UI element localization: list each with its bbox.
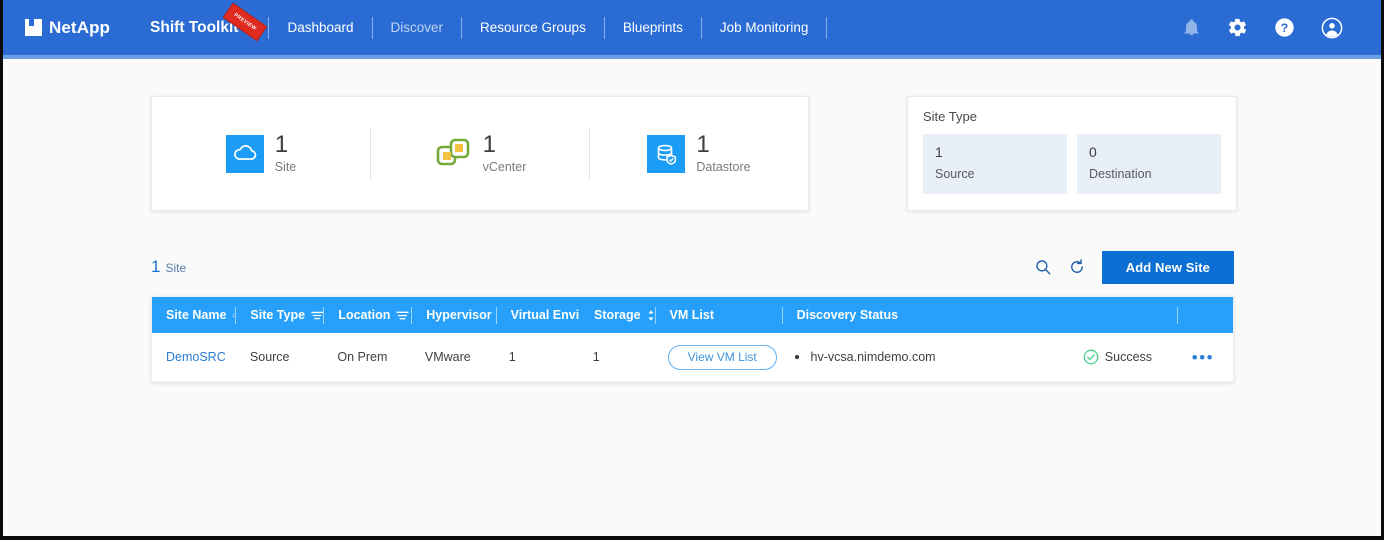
cell-virtual-environment: 1	[508, 350, 516, 364]
column-header-discovery-status[interactable]: Discovery Status	[783, 297, 1069, 333]
cell-discovery-host: hv-vcsa.nimdemo.com	[781, 350, 1069, 364]
cell-site-name: DemoSRC	[152, 350, 236, 364]
column-header-status-spacer	[1069, 297, 1177, 333]
cell-vm-list: View VM List	[654, 344, 781, 370]
site-name-link[interactable]: DemoSRC	[166, 350, 226, 364]
column-header-location[interactable]: Location	[324, 297, 411, 333]
netapp-logo-icon	[25, 19, 42, 36]
view-vm-list-button[interactable]: View VM List	[667, 344, 777, 370]
stat-site-value: 1	[274, 131, 289, 159]
check-circle-icon	[1083, 349, 1099, 365]
nav-divider	[826, 16, 828, 39]
cell-hypervisor: VMware	[424, 350, 471, 364]
sort-icon[interactable]	[647, 309, 655, 322]
stat-site: 1 Site	[152, 133, 370, 174]
column-label-site-name: Site Name	[166, 308, 227, 322]
column-header-site-type[interactable]: Site Type	[236, 297, 324, 333]
column-label-location: Location	[338, 308, 391, 322]
stat-datastore-label: Datastore	[696, 160, 751, 175]
cell-storage: 1	[592, 350, 600, 364]
user-avatar-icon[interactable]	[1321, 17, 1343, 39]
site-type-card: Site Type 1 Source 0 Destination	[907, 96, 1237, 211]
app-title-text: Shift Toolkit	[150, 18, 239, 36]
stat-vcenter: 1 vCenter	[371, 133, 589, 174]
cell-site-type: Source	[249, 350, 290, 364]
site-count-label: Site	[165, 261, 187, 275]
filter-icon[interactable]	[311, 310, 324, 321]
table-header-row: Site Name Site Type Location Hypervisor …	[152, 297, 1233, 333]
site-type-tiles: 1 Source 0 Destination	[923, 134, 1221, 194]
svg-text:?: ?	[1281, 21, 1288, 35]
cell-actions: •••	[1178, 349, 1233, 366]
site-type-destination-label: Destination	[1089, 167, 1152, 181]
stat-datastore-text: 1 Datastore	[696, 133, 750, 174]
main-content: 1 Site 1 vCenter 1 Datastore Site Type 1…	[3, 59, 1381, 383]
site-type-destination-value: 0	[1089, 144, 1097, 160]
brand-logo[interactable]: NetApp	[25, 18, 110, 38]
table-row[interactable]: DemoSRC Source On Prem VMware 1 1 View V…	[152, 333, 1233, 382]
status-text: Success	[1104, 350, 1153, 364]
datastore-icon	[647, 134, 686, 173]
stat-vcenter-label: vCenter	[482, 160, 527, 175]
table-toolbar: 1 Site Add New Site	[151, 248, 1234, 286]
site-type-source-label: Source	[935, 167, 975, 181]
bell-icon[interactable]	[1182, 17, 1201, 38]
column-label-virtual-environment: Virtual Environ	[510, 308, 580, 322]
nav-item-job-monitoring[interactable]: Job Monitoring	[702, 20, 827, 35]
site-type-source-value: 1	[935, 144, 943, 160]
column-header-hypervisor[interactable]: Hypervisor	[412, 297, 495, 333]
stat-vcenter-text: 1 vCenter	[483, 133, 527, 174]
nav-item-blueprints[interactable]: Blueprints	[605, 20, 701, 35]
resource-summary-card: 1 Site 1 vCenter 1 Datastore	[151, 96, 809, 211]
brand-name: NetApp	[49, 17, 111, 37]
column-label-storage: Storage	[594, 308, 641, 322]
help-icon[interactable]: ?	[1274, 17, 1295, 38]
stat-datastore: 1 Datastore	[590, 133, 808, 174]
site-type-tile-destination[interactable]: 0 Destination	[1077, 134, 1221, 194]
more-actions-icon[interactable]: •••	[1192, 349, 1214, 366]
sites-table: Site Name Site Type Location Hypervisor …	[151, 296, 1234, 383]
bullet-icon	[794, 355, 799, 359]
status-badge: Success	[1083, 349, 1152, 365]
site-type-tile-source[interactable]: 1 Source	[923, 134, 1067, 194]
column-label-vm-list: VM List	[669, 308, 714, 322]
gear-icon[interactable]	[1227, 17, 1248, 38]
site-count: 1 Site	[151, 257, 186, 277]
vcenter-icon	[436, 138, 469, 165]
column-label-site-type: Site Type	[250, 308, 306, 322]
nav-item-resource-groups[interactable]: Resource Groups	[462, 20, 604, 35]
nav-item-dashboard[interactable]: Dashboard	[269, 20, 371, 35]
column-label-discovery-status: Discovery Status	[796, 308, 899, 322]
app-window: NetApp Shift Toolkit PREVIEW Dashboard D…	[0, 0, 1384, 540]
stat-site-label: Site	[274, 160, 297, 175]
column-header-site-name[interactable]: Site Name	[152, 297, 235, 333]
column-header-vm-list[interactable]: VM List	[656, 297, 782, 333]
stat-datastore-value: 1	[696, 131, 710, 159]
top-navigation-bar: NetApp Shift Toolkit PREVIEW Dashboard D…	[3, 0, 1381, 55]
filter-icon[interactable]	[396, 310, 410, 321]
stat-vcenter-value: 1	[482, 131, 496, 159]
app-title: Shift Toolkit PREVIEW	[150, 2, 268, 41]
summary-cards-row: 1 Site 1 vCenter 1 Datastore Site Type 1…	[3, 59, 1381, 211]
refresh-icon[interactable]	[1068, 258, 1086, 276]
top-navigation-actions: ?	[1182, 17, 1381, 39]
sites-table-section: 1 Site Add New Site Site Name Site Type …	[151, 248, 1234, 383]
site-count-number: 1	[151, 257, 161, 276]
stat-site-text: 1 Site	[275, 133, 297, 174]
column-header-storage[interactable]: Storage	[580, 297, 654, 333]
cloud-icon	[225, 134, 264, 173]
nav-item-discover[interactable]: Discover	[373, 20, 462, 35]
column-label-hypervisor: Hypervisor	[426, 308, 492, 322]
discovery-host-text: hv-vcsa.nimdemo.com	[810, 350, 936, 364]
cell-status: Success	[1069, 349, 1178, 365]
column-header-virtual-environment[interactable]: Virtual Environ	[497, 297, 580, 333]
table-toolbar-actions: Add New Site	[1034, 250, 1234, 284]
cell-location: On Prem	[337, 350, 388, 364]
column-header-actions-spacer	[1178, 297, 1233, 333]
site-type-title: Site Type	[923, 109, 977, 124]
add-new-site-button[interactable]: Add New Site	[1101, 250, 1234, 284]
search-icon[interactable]	[1034, 258, 1052, 276]
